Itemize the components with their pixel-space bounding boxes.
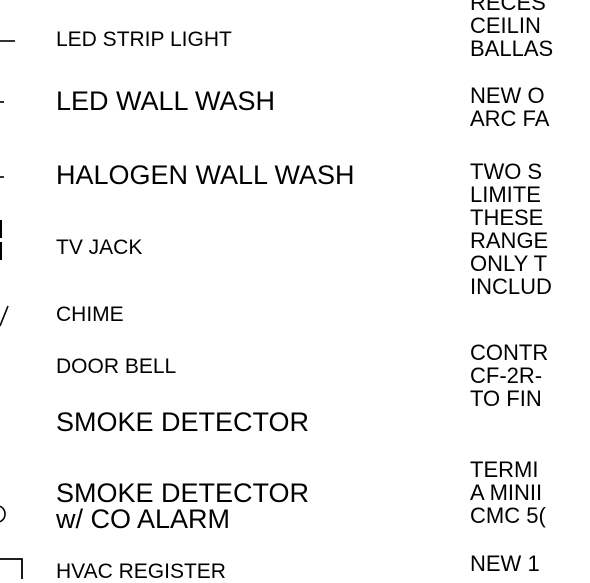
legend-label-tv-jack: TV JACK xyxy=(56,236,143,259)
note-control-cf2r: CONTR CF-2R- TO FIN xyxy=(470,340,549,411)
legend-label-led-wall-wash: LED WALL WASH xyxy=(56,86,276,116)
note-termination-cmc: TERMI A MINII CMC 5( xyxy=(470,457,546,528)
hvac-register-symbol-icon xyxy=(0,558,23,579)
chime-symbol-icon xyxy=(0,305,9,327)
halogen-wall-wash-symbol-icon xyxy=(0,176,4,178)
led-strip-light-symbol-icon xyxy=(0,40,15,42)
note-recessed-ceiling: RECES CEILIN BALLAS xyxy=(470,0,554,61)
legend-label-smoke-detector: SMOKE DETECTOR xyxy=(56,407,310,437)
legend-label-door-bell: DOOR BELL xyxy=(56,355,177,378)
legend-label-led-strip-light: LED STRIP LIGHT xyxy=(56,28,232,51)
smoke-detector-co-symbol-icon xyxy=(0,505,6,523)
legend-label-chime: CHIME xyxy=(56,303,124,326)
legend-label-smoke-detector-co: SMOKE DETECTOR w/ CO ALARM xyxy=(56,478,310,534)
note-new-arc-fault: NEW O ARC FA xyxy=(470,83,550,131)
note-new-1: NEW 1 xyxy=(470,551,540,576)
legend-label-halogen-wall-wash: HALOGEN WALL WASH xyxy=(56,160,355,190)
tv-jack-symbol-icon xyxy=(0,220,2,260)
note-two-limited: TWO S LIMITE THESE RANGE ONLY T INCLUD xyxy=(470,159,552,299)
led-wall-wash-symbol-icon xyxy=(0,101,4,103)
